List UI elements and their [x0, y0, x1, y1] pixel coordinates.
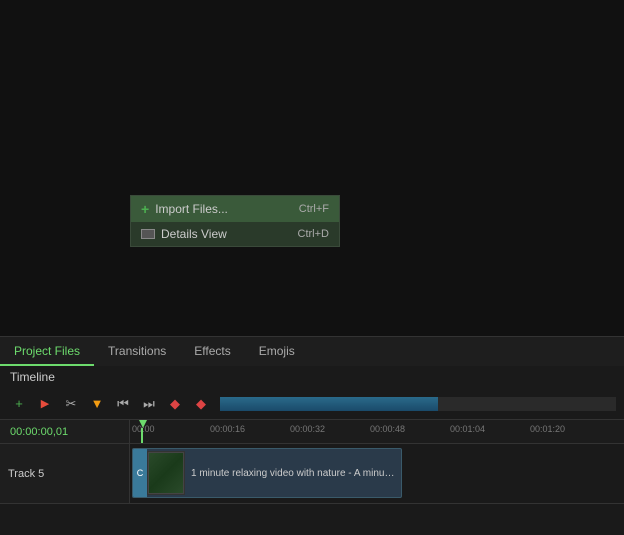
timeline-toolbar: + ▶ ✂ ▼ ⏮ ⏭ ◆ ◆: [0, 388, 624, 420]
playhead-indicator[interactable]: [136, 420, 146, 443]
mark-in-button[interactable]: ◆: [164, 393, 186, 415]
filter-button[interactable]: ▼: [86, 393, 108, 415]
ruler-mark-2: 00:00:32: [290, 424, 325, 434]
ruler-mark-4: 00:01:04: [450, 424, 485, 434]
plus-icon: +: [141, 201, 149, 217]
import-files-label: Import Files...: [155, 202, 228, 216]
clip-marker: C: [133, 449, 147, 497]
tab-effects[interactable]: Effects: [180, 337, 244, 366]
context-menu: + Import Files... Ctrl+F Details View Ct…: [130, 195, 340, 247]
ruler-marks-area: 00:00 00:00:16 00:00:32 00:00:48 00:01:0…: [130, 420, 624, 443]
track-5-content[interactable]: C 1 minute relaxing video with nature - …: [130, 444, 624, 503]
ruler-mark-5: 00:01:20: [530, 424, 565, 434]
timeline-label: Timeline: [0, 366, 624, 388]
import-files-menu-item[interactable]: + Import Files... Ctrl+F: [131, 196, 339, 222]
clip-thumbnail: [147, 451, 185, 495]
thumbnail-image: [148, 452, 184, 494]
timeline-progress-bar[interactable]: [220, 397, 616, 411]
tab-project-files[interactable]: Project Files: [0, 337, 94, 366]
tabs-bar: Project Files Transitions Effects Emojis: [0, 336, 624, 366]
progress-fill: [220, 397, 438, 411]
add-button[interactable]: +: [8, 393, 30, 415]
ruler-time-display: 00:00:00,01: [0, 420, 130, 443]
skip-forward-button[interactable]: ⏭: [138, 393, 160, 415]
track-row-5: Track 5 C 1 minute relaxing video with n…: [0, 444, 624, 504]
skip-back-button[interactable]: ⏮: [112, 393, 134, 415]
tab-emojis[interactable]: Emojis: [245, 337, 309, 366]
clip-title: 1 minute relaxing video with nature - A …: [185, 468, 401, 479]
details-view-menu-item[interactable]: Details View Ctrl+D: [131, 222, 339, 246]
tab-transitions[interactable]: Transitions: [94, 337, 180, 366]
cut-button[interactable]: ✂: [60, 393, 82, 415]
mark-out-button[interactable]: ◆: [190, 393, 212, 415]
preview-area: + Import Files... Ctrl+F Details View Ct…: [0, 0, 624, 336]
track-5-clip[interactable]: C 1 minute relaxing video with nature - …: [132, 448, 402, 498]
import-files-shortcut: Ctrl+F: [299, 203, 329, 215]
track-5-label: Track 5: [0, 444, 130, 503]
back-button[interactable]: ▶: [34, 393, 56, 415]
ruler-mark-1: 00:00:16: [210, 424, 245, 434]
details-view-label: Details View: [161, 227, 227, 241]
details-view-shortcut: Ctrl+D: [298, 228, 329, 240]
ruler-mark-3: 00:00:48: [370, 424, 405, 434]
details-icon: [141, 229, 155, 239]
timeline-ruler: 00:00:00,01 00:00 00:00:16 00:00:32 00:0…: [0, 420, 624, 444]
